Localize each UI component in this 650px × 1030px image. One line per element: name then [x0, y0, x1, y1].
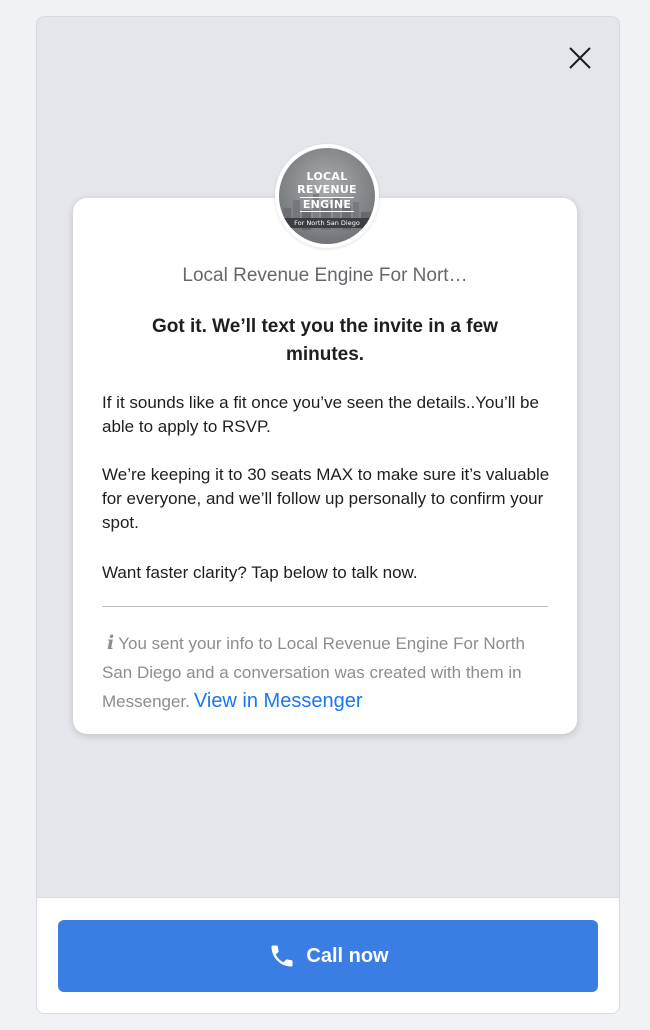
body-paragraph: We’re keeping it to 30 seats MAX to make…	[102, 465, 550, 532]
logo-wordmark: LOCAL REVENUE ENGINE	[279, 170, 375, 212]
confirmation-card: Local Revenue Engine For Nort… Got it. W…	[73, 198, 577, 734]
page-name: Local Revenue Engine For Nort…	[182, 265, 468, 286]
logo-line-2: REVENUE	[297, 183, 357, 196]
page-avatar: LOCAL REVENUE ENGINE For North San Diego	[275, 144, 379, 248]
privacy-notice: i You sent your info to Local Revenue Eng…	[102, 629, 542, 716]
logo-line-3: ENGINE	[299, 197, 355, 212]
call-now-label: Call now	[306, 944, 389, 967]
confirmation-headline: Got it. We’ll text you the invite in a f…	[152, 316, 498, 365]
body-paragraph: Want faster clarity? Tap below to talk n…	[102, 563, 418, 582]
divider	[102, 606, 548, 607]
footer-bar: Call now	[37, 897, 619, 1013]
call-now-button[interactable]: Call now	[58, 920, 598, 992]
page-logo: LOCAL REVENUE ENGINE For North San Diego	[279, 148, 375, 244]
body-paragraph: If it sounds like a fit once you’ve seen…	[102, 393, 539, 436]
view-in-messenger-link[interactable]: View in Messenger	[194, 690, 363, 712]
phone-icon	[267, 941, 297, 971]
lead-form-modal: LOCAL REVENUE ENGINE For North San Diego…	[36, 16, 620, 1014]
info-icon: i	[107, 632, 115, 654]
close-icon	[569, 47, 591, 69]
logo-tagline: For North San Diego	[279, 218, 375, 228]
close-button[interactable]	[565, 43, 595, 73]
logo-line-1: LOCAL	[306, 170, 348, 183]
